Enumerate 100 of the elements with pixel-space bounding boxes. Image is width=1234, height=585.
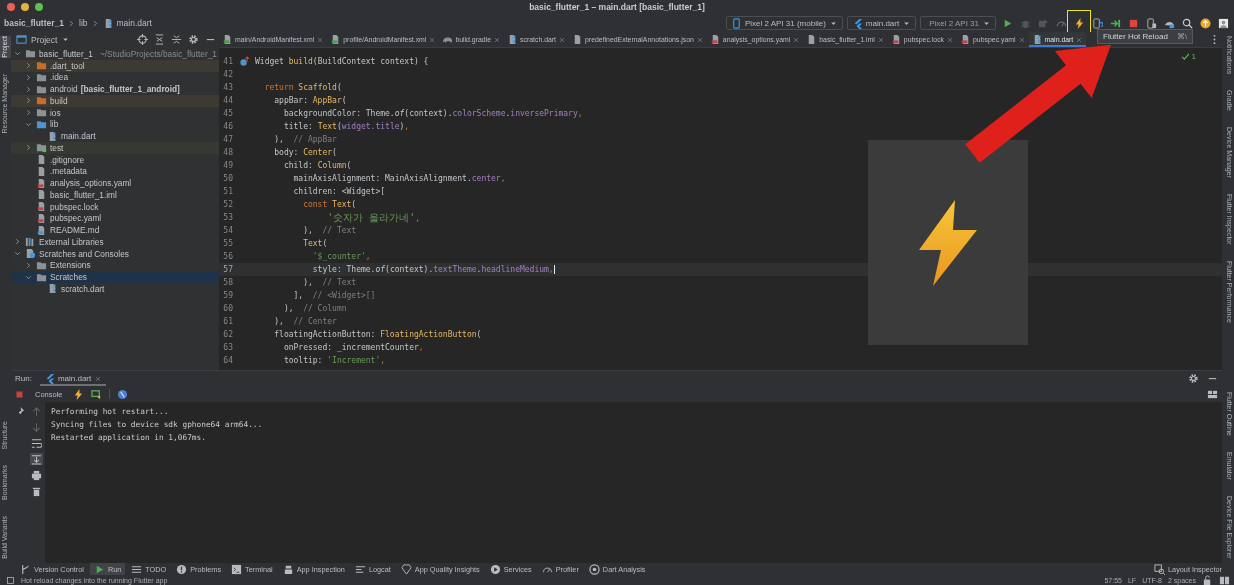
layout-icon[interactable] <box>1207 388 1218 400</box>
tree-item[interactable]: lib <box>11 118 219 131</box>
tree-item[interactable]: basic_flutter_1.iml <box>11 189 219 201</box>
printer-button[interactable] <box>30 469 43 481</box>
device-manager-button[interactable] <box>1144 16 1158 30</box>
tree-item[interactable]: pubspec.lock <box>11 200 219 213</box>
lock-icon[interactable] <box>1202 574 1213 585</box>
code-line: const Text( <box>302 200 357 209</box>
locate-icon[interactable] <box>137 34 148 45</box>
folder-icon <box>36 71 47 83</box>
tree-item[interactable]: Extensions <box>11 259 219 272</box>
tree-item[interactable]: ios <box>11 106 219 119</box>
line-number: 52 <box>222 200 233 209</box>
file-icon <box>36 189 47 201</box>
line-number: 48 <box>222 148 233 157</box>
device-selector[interactable]: Pixel 2 API 31 (mobile) <box>725 16 843 30</box>
yaml-file-icon <box>36 177 47 189</box>
line-number: 57 <box>222 265 233 274</box>
tree-item[interactable]: .gitignore <box>11 153 219 166</box>
tree-item[interactable]: .metadata <box>11 165 219 178</box>
phone-refresh-button[interactable] <box>1090 16 1104 30</box>
apply-icon <box>1109 17 1121 29</box>
wrap-button[interactable] <box>30 437 43 449</box>
update-icon <box>1199 17 1211 29</box>
file-icon <box>36 165 47 177</box>
tree-item[interactable]: basic_flutter_1 ~/StudioProjects/basic_flutter_1 <box>11 48 219 60</box>
code-line: floatingActionButton: FloatingActionButton( <box>273 330 482 339</box>
breadcrumb[interactable]: lib <box>79 18 88 28</box>
search-button[interactable] <box>1180 16 1194 30</box>
project-view-selector[interactable]: Project <box>16 34 71 45</box>
attach-icon <box>1037 17 1049 29</box>
tree-item[interactable]: Scratches <box>11 271 219 283</box>
stop-icon <box>1127 17 1139 29</box>
scroll-to-end-button[interactable] <box>30 453 43 465</box>
trash-icon <box>31 485 42 497</box>
code-line: '$_counter', <box>311 252 371 261</box>
folder-icon <box>36 83 47 95</box>
tree-item[interactable]: Scratches and Consoles <box>11 247 219 260</box>
code-line: title: Text(widget.title), <box>282 122 410 131</box>
line-number: 59 <box>222 291 233 300</box>
analysis-icon <box>588 563 600 575</box>
collapse-all-icon[interactable] <box>154 34 165 45</box>
stop-icon[interactable] <box>15 390 24 399</box>
line-number: 63 <box>222 343 233 352</box>
reader-mode-icon[interactable] <box>1219 574 1230 585</box>
breadcrumb[interactable]: basic_flutter_1 <box>4 18 64 28</box>
tree-item[interactable]: analysis_options.yaml <box>11 177 219 189</box>
tree-item[interactable]: .dart_tool <box>11 59 219 72</box>
line-number: 42 <box>222 70 233 79</box>
breadcrumb[interactable]: main.dart <box>116 18 152 28</box>
trash-button[interactable] <box>30 485 43 497</box>
line-number: 43 <box>222 83 233 92</box>
tree-item[interactable]: .idea <box>11 71 219 84</box>
code-line: child: Column( <box>282 161 352 170</box>
printer-icon <box>31 469 42 481</box>
panel-title: Run: <box>15 374 32 383</box>
caret-icon <box>61 35 71 44</box>
code-line: ), // Column <box>282 304 347 313</box>
line-number: 61 <box>222 317 233 326</box>
tree-item[interactable]: android [basic_flutter_1_android] <box>11 83 219 95</box>
override-icon[interactable] <box>238 56 250 67</box>
code-line: style: Theme.of(context).textTheme.headlineMedium, <box>255 265 555 274</box>
tree-item[interactable]: test <box>11 142 219 154</box>
close-button[interactable] <box>7 3 15 11</box>
yaml-file-icon <box>709 34 721 45</box>
tree-item[interactable]: main.dart <box>11 130 219 142</box>
tree-item[interactable]: build <box>11 95 219 107</box>
settings-icon[interactable] <box>1188 373 1199 384</box>
inspection-widget[interactable]: 1 <box>1180 52 1196 61</box>
restart-icon[interactable] <box>90 388 102 400</box>
code-line: children: <Widget>[ <box>292 187 386 196</box>
settings-icon[interactable] <box>188 34 199 45</box>
folder-icon <box>36 107 47 119</box>
code-line: tooltip: 'Increment', <box>282 356 386 365</box>
line-number: 60 <box>222 304 233 313</box>
zoom-button[interactable] <box>35 3 43 11</box>
tree-item[interactable]: README.md <box>11 224 219 236</box>
minimize-button[interactable] <box>21 3 29 11</box>
devtools-icon[interactable] <box>116 388 128 400</box>
window-title: basic_flutter_1 – main.dart [basic_flutter_1] <box>529 2 705 12</box>
scroll-to-end-icon <box>31 453 42 465</box>
account-button[interactable] <box>1216 16 1230 30</box>
run-configuration[interactable]: main.dart <box>846 16 917 30</box>
folder-icon <box>36 142 47 154</box>
panel-icon <box>16 34 27 45</box>
update-button[interactable] <box>1198 16 1212 30</box>
run-tab[interactable]: main.dart <box>39 371 107 386</box>
inspection-icon <box>282 563 294 575</box>
project-path: ~/StudioProjects/basic_flutter_1 <box>99 48 217 59</box>
code-line: ), // Text <box>302 278 357 287</box>
tree-item[interactable]: External Libraries <box>11 236 219 248</box>
tree-item[interactable]: pubspec.yaml <box>11 212 219 225</box>
line-number: 45 <box>222 109 233 118</box>
status-square-icon[interactable] <box>6 575 15 585</box>
diamond-icon <box>400 563 412 575</box>
line-number: 64 <box>222 356 233 365</box>
lightning-icon[interactable] <box>72 388 84 400</box>
chevron-icon[interactable] <box>24 143 33 153</box>
expand-all-icon[interactable] <box>171 34 182 45</box>
tree-item[interactable]: scratch.dart <box>11 283 219 295</box>
